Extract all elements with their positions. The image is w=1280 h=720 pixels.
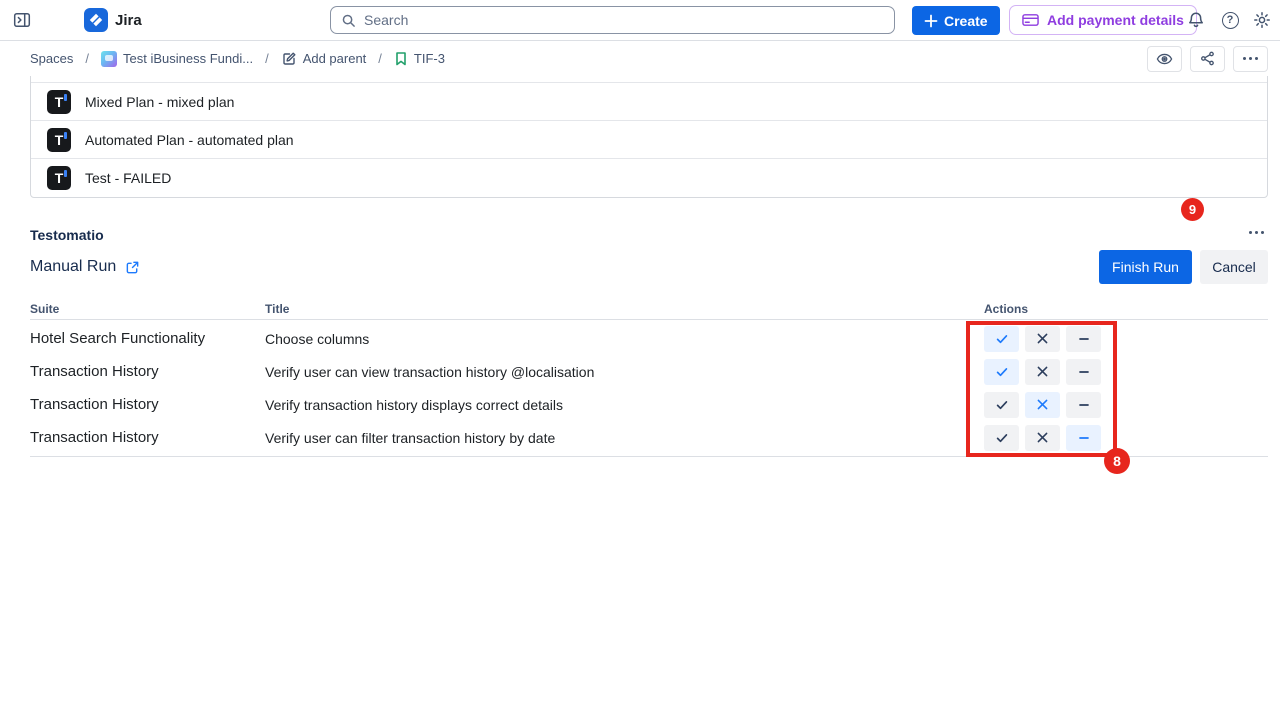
run-title-text: Manual Run <box>30 258 116 276</box>
breadcrumb-add-parent[interactable]: Add parent <box>281 51 367 67</box>
test-suite-cell: Transaction History <box>30 363 265 380</box>
breadcrumb-issue[interactable]: TIF-3 <box>394 51 445 66</box>
action-skip-button[interactable] <box>1066 425 1101 451</box>
action-skip-button[interactable] <box>1066 326 1101 352</box>
test-plans-card: T Mixed Plan - mixed plan T Automated Pl… <box>30 76 1268 198</box>
main-content: T Mixed Plan - mixed plan T Automated Pl… <box>0 76 1280 720</box>
testomatio-section-title: Testomatio <box>30 227 104 243</box>
breadcrumb-space[interactable]: Test iBusiness Fundi... <box>101 51 253 67</box>
finish-run-button[interactable]: Finish Run <box>1099 250 1192 284</box>
plan-row-test-failed[interactable]: T Test - FAILED <box>31 159 1267 197</box>
test-actions-cell <box>984 326 1268 352</box>
minus-icon <box>1077 398 1091 412</box>
ellipsis-icon <box>1243 57 1258 60</box>
action-fail-button[interactable] <box>1025 326 1060 352</box>
action-skip-button[interactable] <box>1066 359 1101 385</box>
breadcrumb-bar: Spaces / Test iBusiness Fundi... / Add p… <box>0 41 1280 76</box>
help-icon[interactable]: ? <box>1220 10 1240 30</box>
test-row: Transaction HistoryVerify user can view … <box>30 355 1268 388</box>
action-fail-button[interactable] <box>1025 425 1060 451</box>
check-icon <box>995 398 1009 412</box>
testomatio-plan-icon: T <box>47 90 71 114</box>
action-fail-button[interactable] <box>1025 392 1060 418</box>
search-input[interactable] <box>364 12 884 28</box>
action-fail-button[interactable] <box>1025 359 1060 385</box>
plus-icon <box>924 14 938 28</box>
edit-icon <box>281 51 297 67</box>
test-row: Hotel Search FunctionalityChoose columns <box>30 322 1268 355</box>
plan-row-mixed[interactable]: T Mixed Plan - mixed plan <box>31 83 1267 121</box>
more-actions-button[interactable] <box>1233 46 1268 72</box>
check-icon <box>995 332 1009 346</box>
global-search[interactable] <box>330 6 895 34</box>
action-pass-button[interactable] <box>984 425 1019 451</box>
breadcrumb: Spaces / Test iBusiness Fundi... / Add p… <box>30 51 445 67</box>
plan-row-clipped <box>31 76 1267 83</box>
breadcrumb-separator: / <box>85 51 89 66</box>
search-icon <box>341 13 356 28</box>
add-payment-details-button[interactable]: Add payment details <box>1009 5 1197 35</box>
eye-icon <box>1156 52 1173 66</box>
plan-title: Mixed Plan - mixed plan <box>85 94 234 110</box>
table-header-row: Suite Title Actions <box>30 302 1268 320</box>
app-title: Jira <box>115 12 142 29</box>
share-icon <box>1200 51 1215 66</box>
test-row: Transaction HistoryVerify user can filte… <box>30 421 1268 454</box>
cross-icon <box>1036 365 1049 378</box>
minus-icon <box>1077 365 1091 379</box>
header-suite: Suite <box>30 302 265 316</box>
space-avatar <box>101 51 117 67</box>
credit-card-icon <box>1022 13 1039 27</box>
top-app-bar: Jira Create Add payment details ? <box>0 0 1280 41</box>
plan-title: Test - FAILED <box>85 170 171 186</box>
test-title-cell: Verify transaction history displays corr… <box>265 397 984 413</box>
sidebar-toggle-icon[interactable] <box>12 10 32 30</box>
minus-icon <box>1077 431 1091 445</box>
header-title: Title <box>265 302 984 316</box>
test-title-cell: Verify user can view transaction history… <box>265 364 984 380</box>
action-skip-button[interactable] <box>1066 392 1101 418</box>
run-title-row: Manual Run <box>30 258 140 276</box>
check-icon <box>995 365 1009 379</box>
test-run-table: Suite Title Actions Hotel Search Functio… <box>30 302 1268 457</box>
test-row: Transaction HistoryVerify transaction hi… <box>30 388 1268 421</box>
plan-title: Automated Plan - automated plan <box>85 132 294 148</box>
header-actions: Actions <box>984 302 1268 316</box>
share-button[interactable] <box>1190 46 1225 72</box>
settings-gear-icon[interactable] <box>1252 10 1272 30</box>
test-table-body: Hotel Search FunctionalityChoose columns… <box>30 320 1268 457</box>
action-pass-button[interactable] <box>984 392 1019 418</box>
check-icon <box>995 431 1009 445</box>
minus-icon <box>1077 332 1091 346</box>
test-suite-cell: Hotel Search Functionality <box>30 330 265 347</box>
test-title-cell: Choose columns <box>265 331 984 347</box>
bookmark-icon <box>394 51 408 66</box>
jira-logo[interactable] <box>84 8 108 32</box>
test-actions-cell <box>984 359 1268 385</box>
test-title-cell: Verify user can filter transaction histo… <box>265 430 984 446</box>
cross-icon <box>1036 332 1049 345</box>
action-pass-button[interactable] <box>984 359 1019 385</box>
page-actions <box>1147 46 1268 72</box>
ellipsis-icon <box>1249 231 1264 234</box>
test-suite-cell: Transaction History <box>30 429 265 446</box>
test-actions-cell <box>984 425 1268 451</box>
testomatio-plan-icon: T <box>47 128 71 152</box>
cross-icon <box>1036 431 1049 444</box>
external-link-icon[interactable] <box>125 260 140 275</box>
test-actions-cell <box>984 392 1268 418</box>
watch-eye-button[interactable] <box>1147 46 1182 72</box>
notifications-bell-icon[interactable] <box>1186 10 1206 30</box>
plan-row-automated[interactable]: T Automated Plan - automated plan <box>31 121 1267 159</box>
breadcrumb-spaces[interactable]: Spaces <box>30 51 73 66</box>
test-suite-cell: Transaction History <box>30 396 265 413</box>
app-switcher-icon[interactable] <box>46 10 66 30</box>
action-pass-button[interactable] <box>984 326 1019 352</box>
testomatio-plan-icon: T <box>47 166 71 190</box>
testomatio-more-button[interactable] <box>1249 231 1264 234</box>
cancel-button[interactable]: Cancel <box>1200 250 1268 284</box>
create-button[interactable]: Create <box>912 6 1000 35</box>
cross-icon <box>1036 398 1049 411</box>
